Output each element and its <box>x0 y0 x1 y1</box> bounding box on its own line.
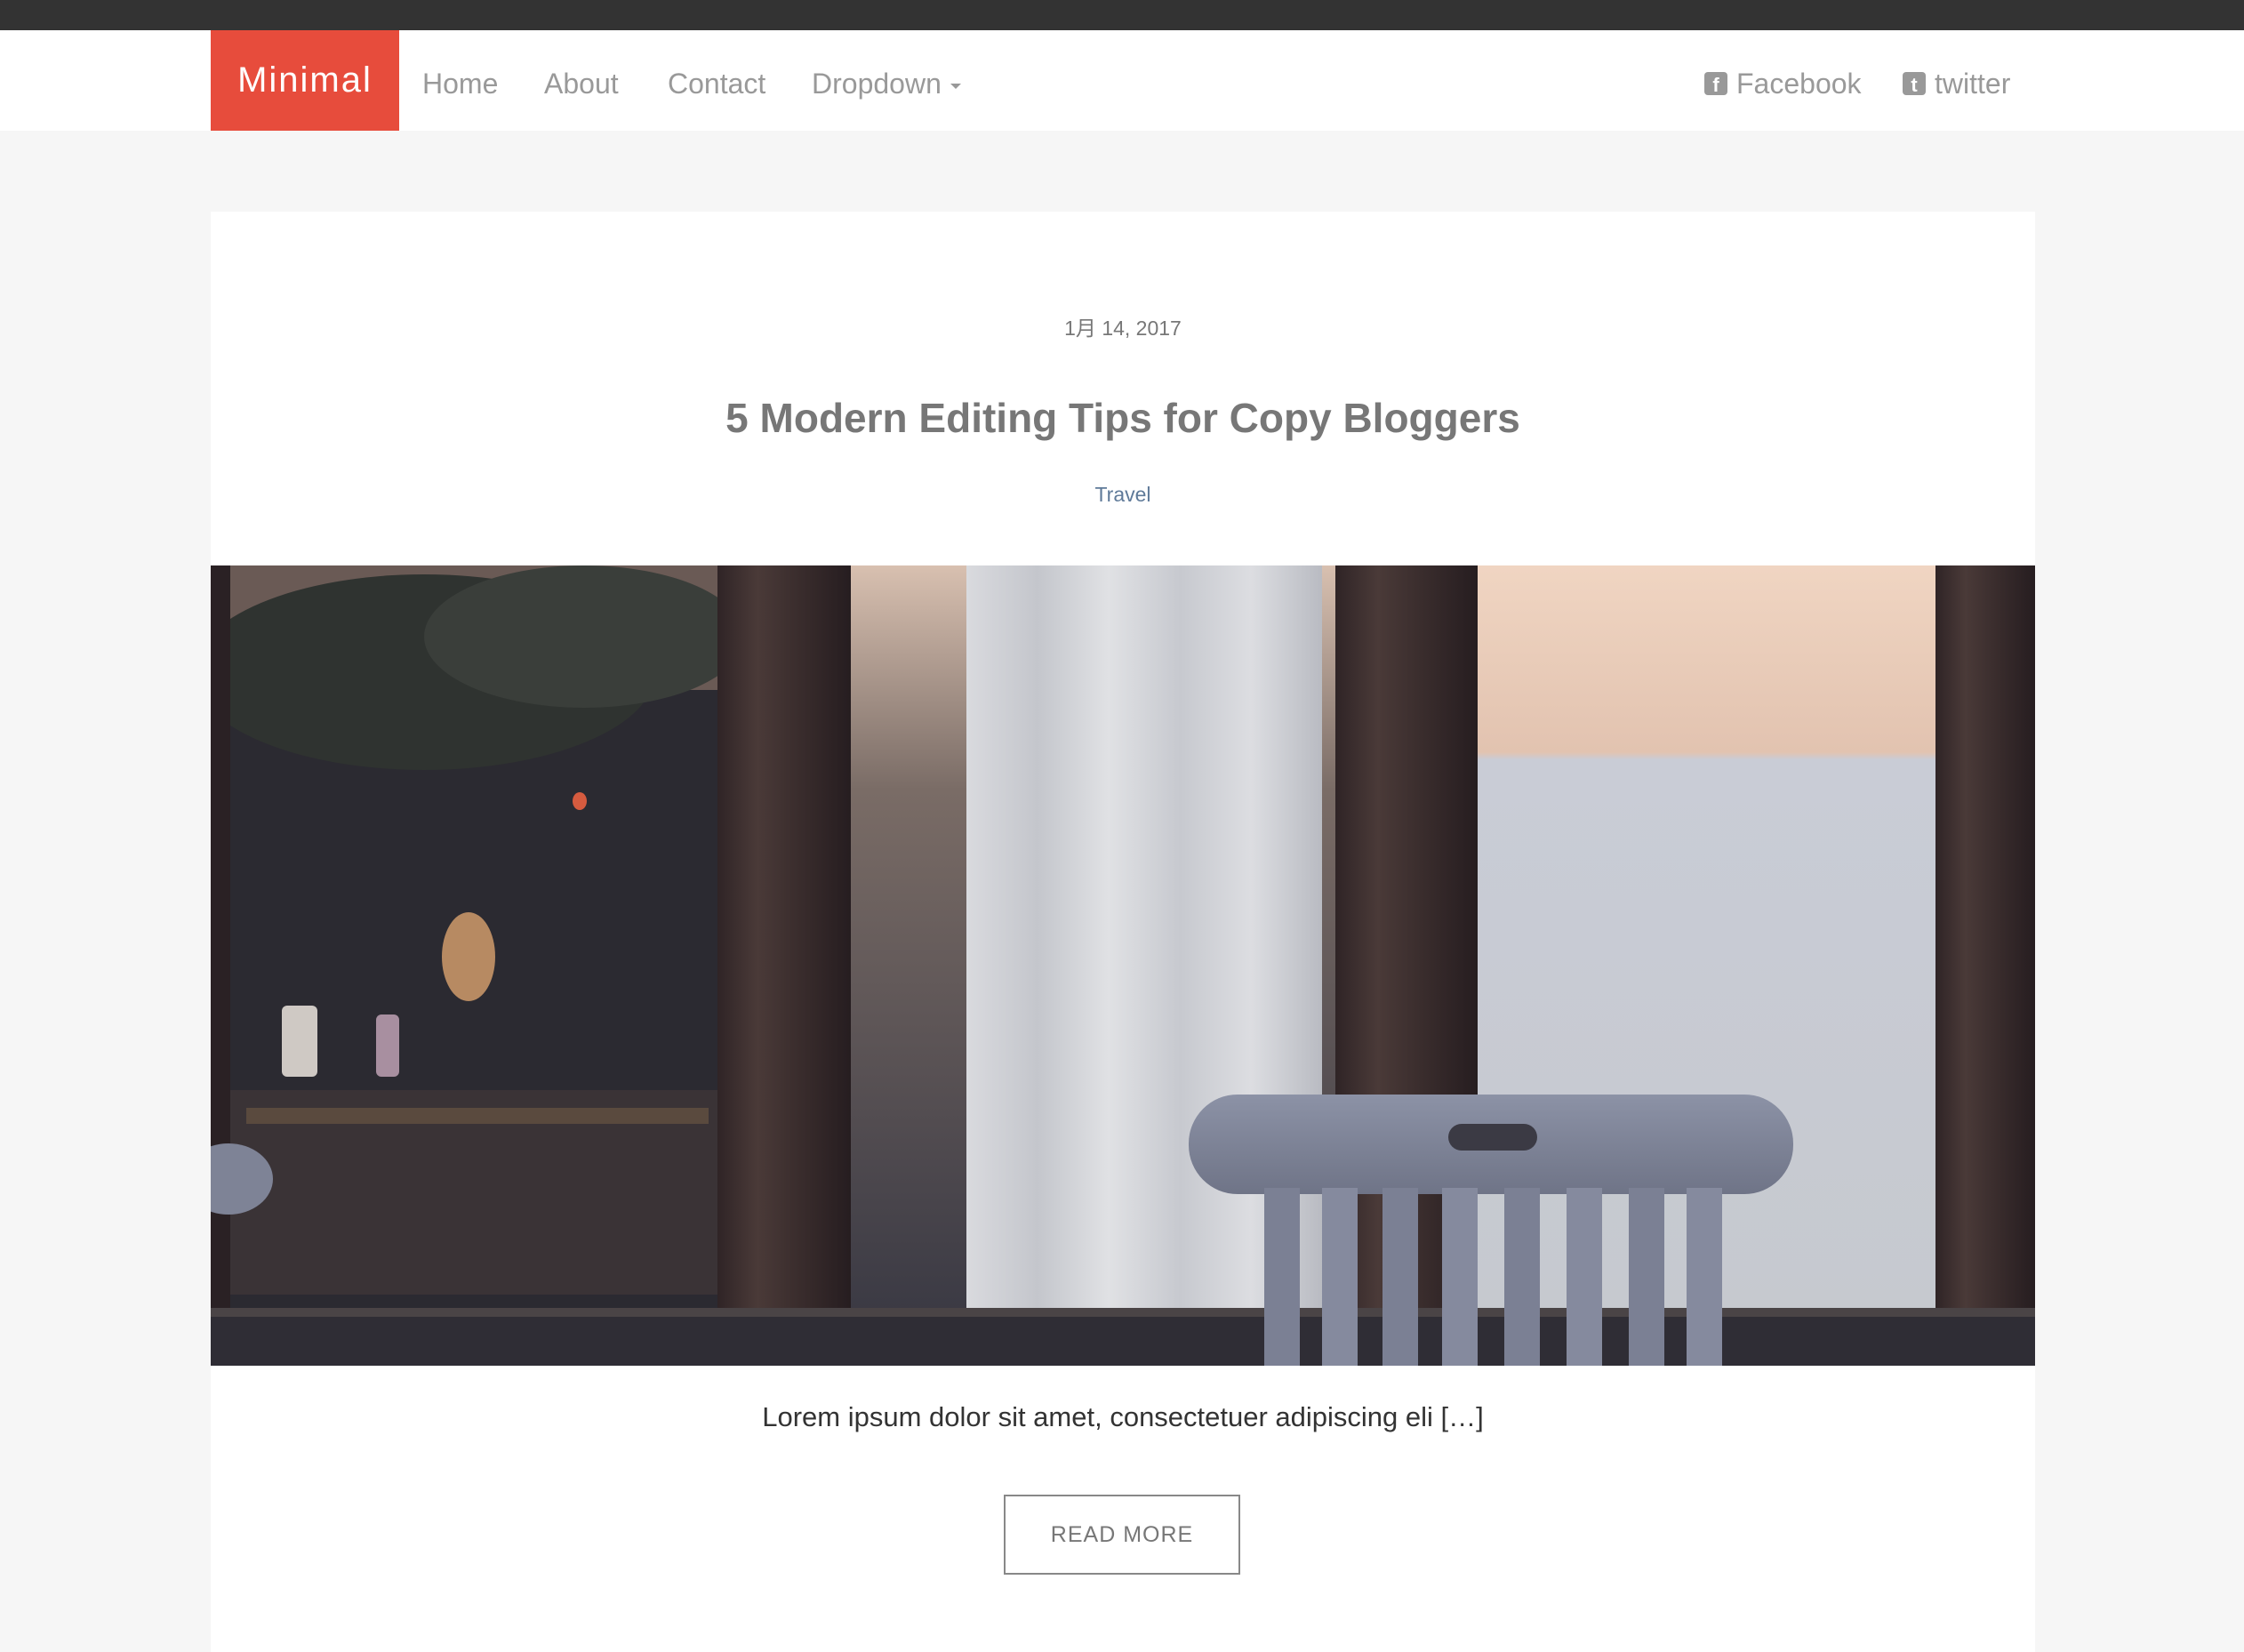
twitter-label: twitter <box>1935 68 2011 100</box>
nav-contact[interactable]: Contact <box>668 30 765 131</box>
post-featured-image[interactable] <box>211 565 2035 1366</box>
post-title[interactable]: 5 Modern Editing Tips for Copy Bloggers <box>211 394 2035 442</box>
post-category[interactable]: Travel <box>211 483 2035 507</box>
nav-about[interactable]: About <box>544 30 619 131</box>
facebook-link[interactable]: f Facebook <box>1704 30 1862 131</box>
caret-down-icon <box>950 83 961 89</box>
post-card: 1月 14, 2017 5 Modern Editing Tips for Co… <box>211 212 2035 1652</box>
facebook-label: Facebook <box>1736 68 1862 100</box>
twitter-icon: t <box>1903 72 1926 95</box>
twitter-link[interactable]: t twitter <box>1903 30 2010 131</box>
post-excerpt: Lorem ipsum dolor sit amet, consectetuer… <box>762 1401 1484 1432</box>
post-date: 1月 14, 2017 <box>1064 317 1182 340</box>
nav-home[interactable]: Home <box>422 30 498 131</box>
window-chair-photo <box>211 565 2035 1366</box>
top-bar <box>0 0 2244 30</box>
nav-dropdown[interactable]: Dropdown <box>812 30 961 131</box>
read-more-button[interactable]: READ MORE <box>1004 1495 1240 1575</box>
brand-logo[interactable]: Minimal <box>211 30 399 131</box>
facebook-icon: f <box>1704 72 1727 95</box>
nav-dropdown-label: Dropdown <box>812 68 942 100</box>
